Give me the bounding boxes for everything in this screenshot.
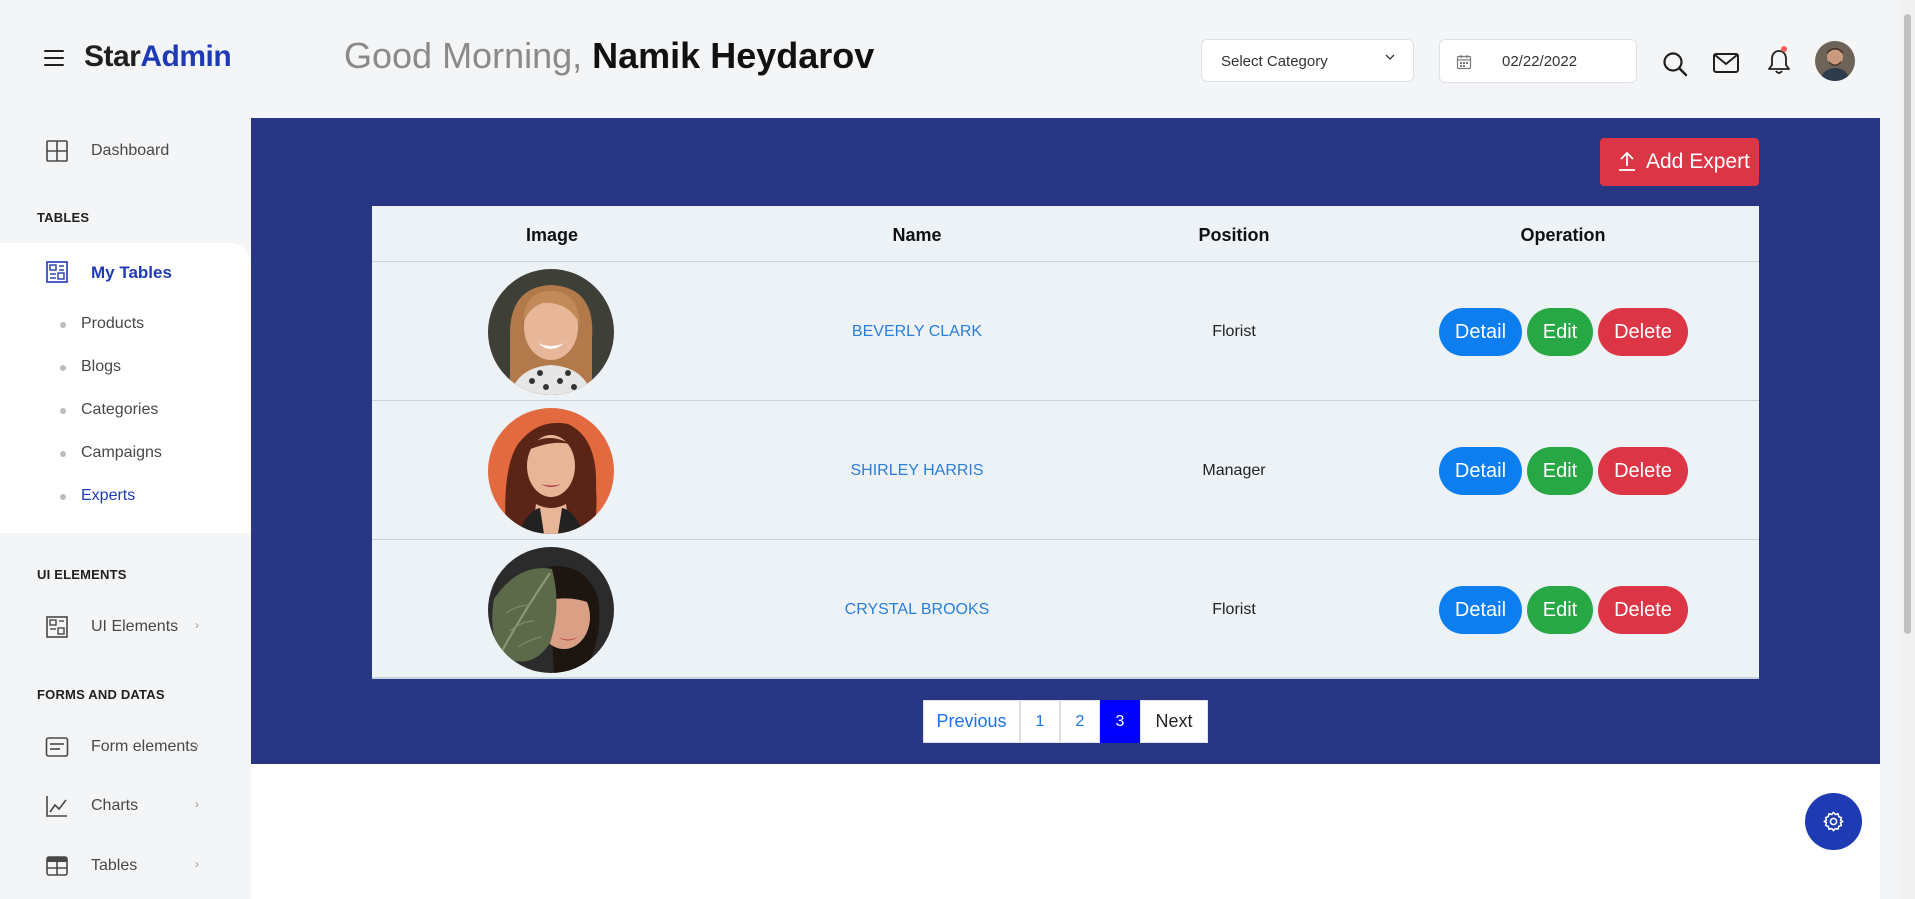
add-expert-label: Add Expert <box>1646 150 1750 173</box>
gear-icon <box>1823 811 1844 832</box>
chevron-right-icon: › <box>195 857 199 871</box>
delete-button[interactable]: Delete <box>1598 308 1688 356</box>
sidebar-subitem-categories[interactable]: Categories <box>59 401 158 419</box>
chevron-right-icon: › <box>195 797 199 811</box>
upload-icon <box>1619 151 1635 171</box>
sidebar-item-form-elements[interactable]: Form elements › <box>0 726 251 766</box>
table-icon <box>46 856 68 876</box>
expert-photo <box>488 269 614 395</box>
pagination: Previous 1 2 3 Next <box>923 700 1208 743</box>
delete-button[interactable]: Delete <box>1598 447 1688 495</box>
sidebar-category-ui-elements: UI ELEMENTS <box>37 567 127 582</box>
mail-icon[interactable] <box>1712 49 1740 77</box>
settings-button[interactable] <box>1805 793 1862 850</box>
sidebar-item-label: UI Elements <box>91 618 179 635</box>
brand-text-admin: Admin <box>140 40 232 73</box>
column-header-operation: Operation <box>1520 225 1606 245</box>
brand-logo[interactable]: StarAdmin <box>84 40 232 74</box>
detail-button[interactable]: Detail <box>1439 586 1522 634</box>
table-row: CRYSTAL BROOKS Florist Detail Edit Delet… <box>372 540 1759 679</box>
chart-line-icon <box>46 796 67 817</box>
expert-photo <box>488 408 614 534</box>
chevron-right-icon: › <box>195 618 199 632</box>
sidebar-item-label: Tables <box>91 857 138 874</box>
greeting-heading: Good Morning, Namik Heydarov <box>344 35 874 77</box>
sidebar: Dashboard TABLES My Tables Products Blog… <box>0 118 251 899</box>
column-header-position: Position <box>1198 225 1270 245</box>
greeting-text: Good Morning, <box>344 35 593 76</box>
menu-toggle-icon[interactable] <box>44 50 64 66</box>
notification-dot <box>1781 46 1787 52</box>
pagination-page-3-active[interactable]: 3 <box>1100 700 1140 743</box>
expert-name-link[interactable]: BEVERLY CLARK <box>852 323 982 341</box>
category-select-label: Select Category <box>1221 53 1328 70</box>
scrollbar-thumb[interactable] <box>1904 14 1911 634</box>
edit-button[interactable]: Edit <box>1527 586 1593 634</box>
search-icon[interactable] <box>1661 50 1689 78</box>
layout-icon <box>46 261 68 283</box>
pagination-next[interactable]: Next <box>1140 700 1208 743</box>
top-navbar: StarAdmin Good Morning, Namik Heydarov S… <box>0 0 1880 118</box>
expert-position: Florist <box>1212 601 1256 618</box>
chevron-down-icon <box>1385 54 1395 60</box>
expert-photo <box>488 547 614 673</box>
main-content: Add Expert Image Name Position Operation… <box>251 118 1880 899</box>
brand-text-star: Star <box>84 40 141 73</box>
sidebar-item-label: My Tables <box>91 263 172 282</box>
sidebar-item-my-tables[interactable]: My Tables <box>0 251 251 291</box>
app: StarAdmin Good Morning, Namik Heydarov S… <box>0 0 1915 899</box>
bell-icon[interactable] <box>1765 48 1793 76</box>
date-picker[interactable]: 02/22/2022 <box>1439 39 1637 83</box>
user-avatar[interactable] <box>1815 41 1855 81</box>
pagination-page-1[interactable]: 1 <box>1020 700 1060 743</box>
edit-button[interactable]: Edit <box>1527 447 1593 495</box>
sidebar-subitem-experts[interactable]: Experts <box>59 487 135 505</box>
sidebar-item-label: Dashboard <box>91 142 170 159</box>
add-expert-button[interactable]: Add Expert <box>1600 138 1759 186</box>
table-row: BEVERLY CLARK Florist Detail Edit Delete <box>372 262 1759 401</box>
experts-table: Image Name Position Operation BEVERLY CL… <box>372 206 1759 679</box>
sidebar-category-forms: FORMS AND DATAS <box>37 687 165 702</box>
sidebar-item-dashboard[interactable]: Dashboard <box>0 130 251 170</box>
vertical-scrollbar[interactable] <box>1900 0 1915 899</box>
date-value: 02/22/2022 <box>1502 53 1578 70</box>
calendar-icon <box>1456 55 1472 70</box>
category-select[interactable]: Select Category <box>1201 39 1414 82</box>
expert-name-link[interactable]: CRYSTAL BROOKS <box>845 601 990 619</box>
column-header-name: Name <box>892 225 942 245</box>
experts-panel: Add Expert Image Name Position Operation… <box>251 118 1880 764</box>
detail-button[interactable]: Detail <box>1439 308 1522 356</box>
detail-button[interactable]: Detail <box>1439 447 1522 495</box>
pagination-page-2[interactable]: 2 <box>1060 700 1100 743</box>
expert-position: Manager <box>1202 462 1266 479</box>
sidebar-item-label: Charts <box>91 797 139 814</box>
grid-icon <box>46 140 68 162</box>
form-icon <box>45 737 69 757</box>
table-header: Image Name Position Operation <box>372 206 1759 262</box>
layout-icon <box>46 616 68 638</box>
user-name: Namik Heydarov <box>592 35 875 76</box>
expert-position: Florist <box>1212 323 1256 340</box>
sidebar-category-tables: TABLES <box>37 210 90 225</box>
sidebar-item-label: Form elements <box>91 738 198 755</box>
sidebar-subitem-blogs[interactable]: Blogs <box>59 358 121 376</box>
edit-button[interactable]: Edit <box>1527 308 1593 356</box>
delete-button[interactable]: Delete <box>1598 586 1688 634</box>
sidebar-item-ui-elements[interactable]: UI Elements › <box>0 606 251 646</box>
sidebar-item-tables[interactable]: Tables › <box>0 845 251 885</box>
sidebar-subitem-campaigns[interactable]: Campaigns <box>60 444 162 462</box>
sidebar-item-charts[interactable]: Charts › <box>0 785 251 825</box>
table-row: SHIRLEY HARRIS Manager Detail Edit Delet… <box>372 401 1759 540</box>
sidebar-subitem-products[interactable]: Products <box>59 315 144 333</box>
column-header-image: Image <box>525 225 579 245</box>
expert-name-link[interactable]: SHIRLEY HARRIS <box>850 462 983 480</box>
pagination-previous[interactable]: Previous <box>923 700 1020 743</box>
chevron-right-icon: › <box>195 738 199 752</box>
